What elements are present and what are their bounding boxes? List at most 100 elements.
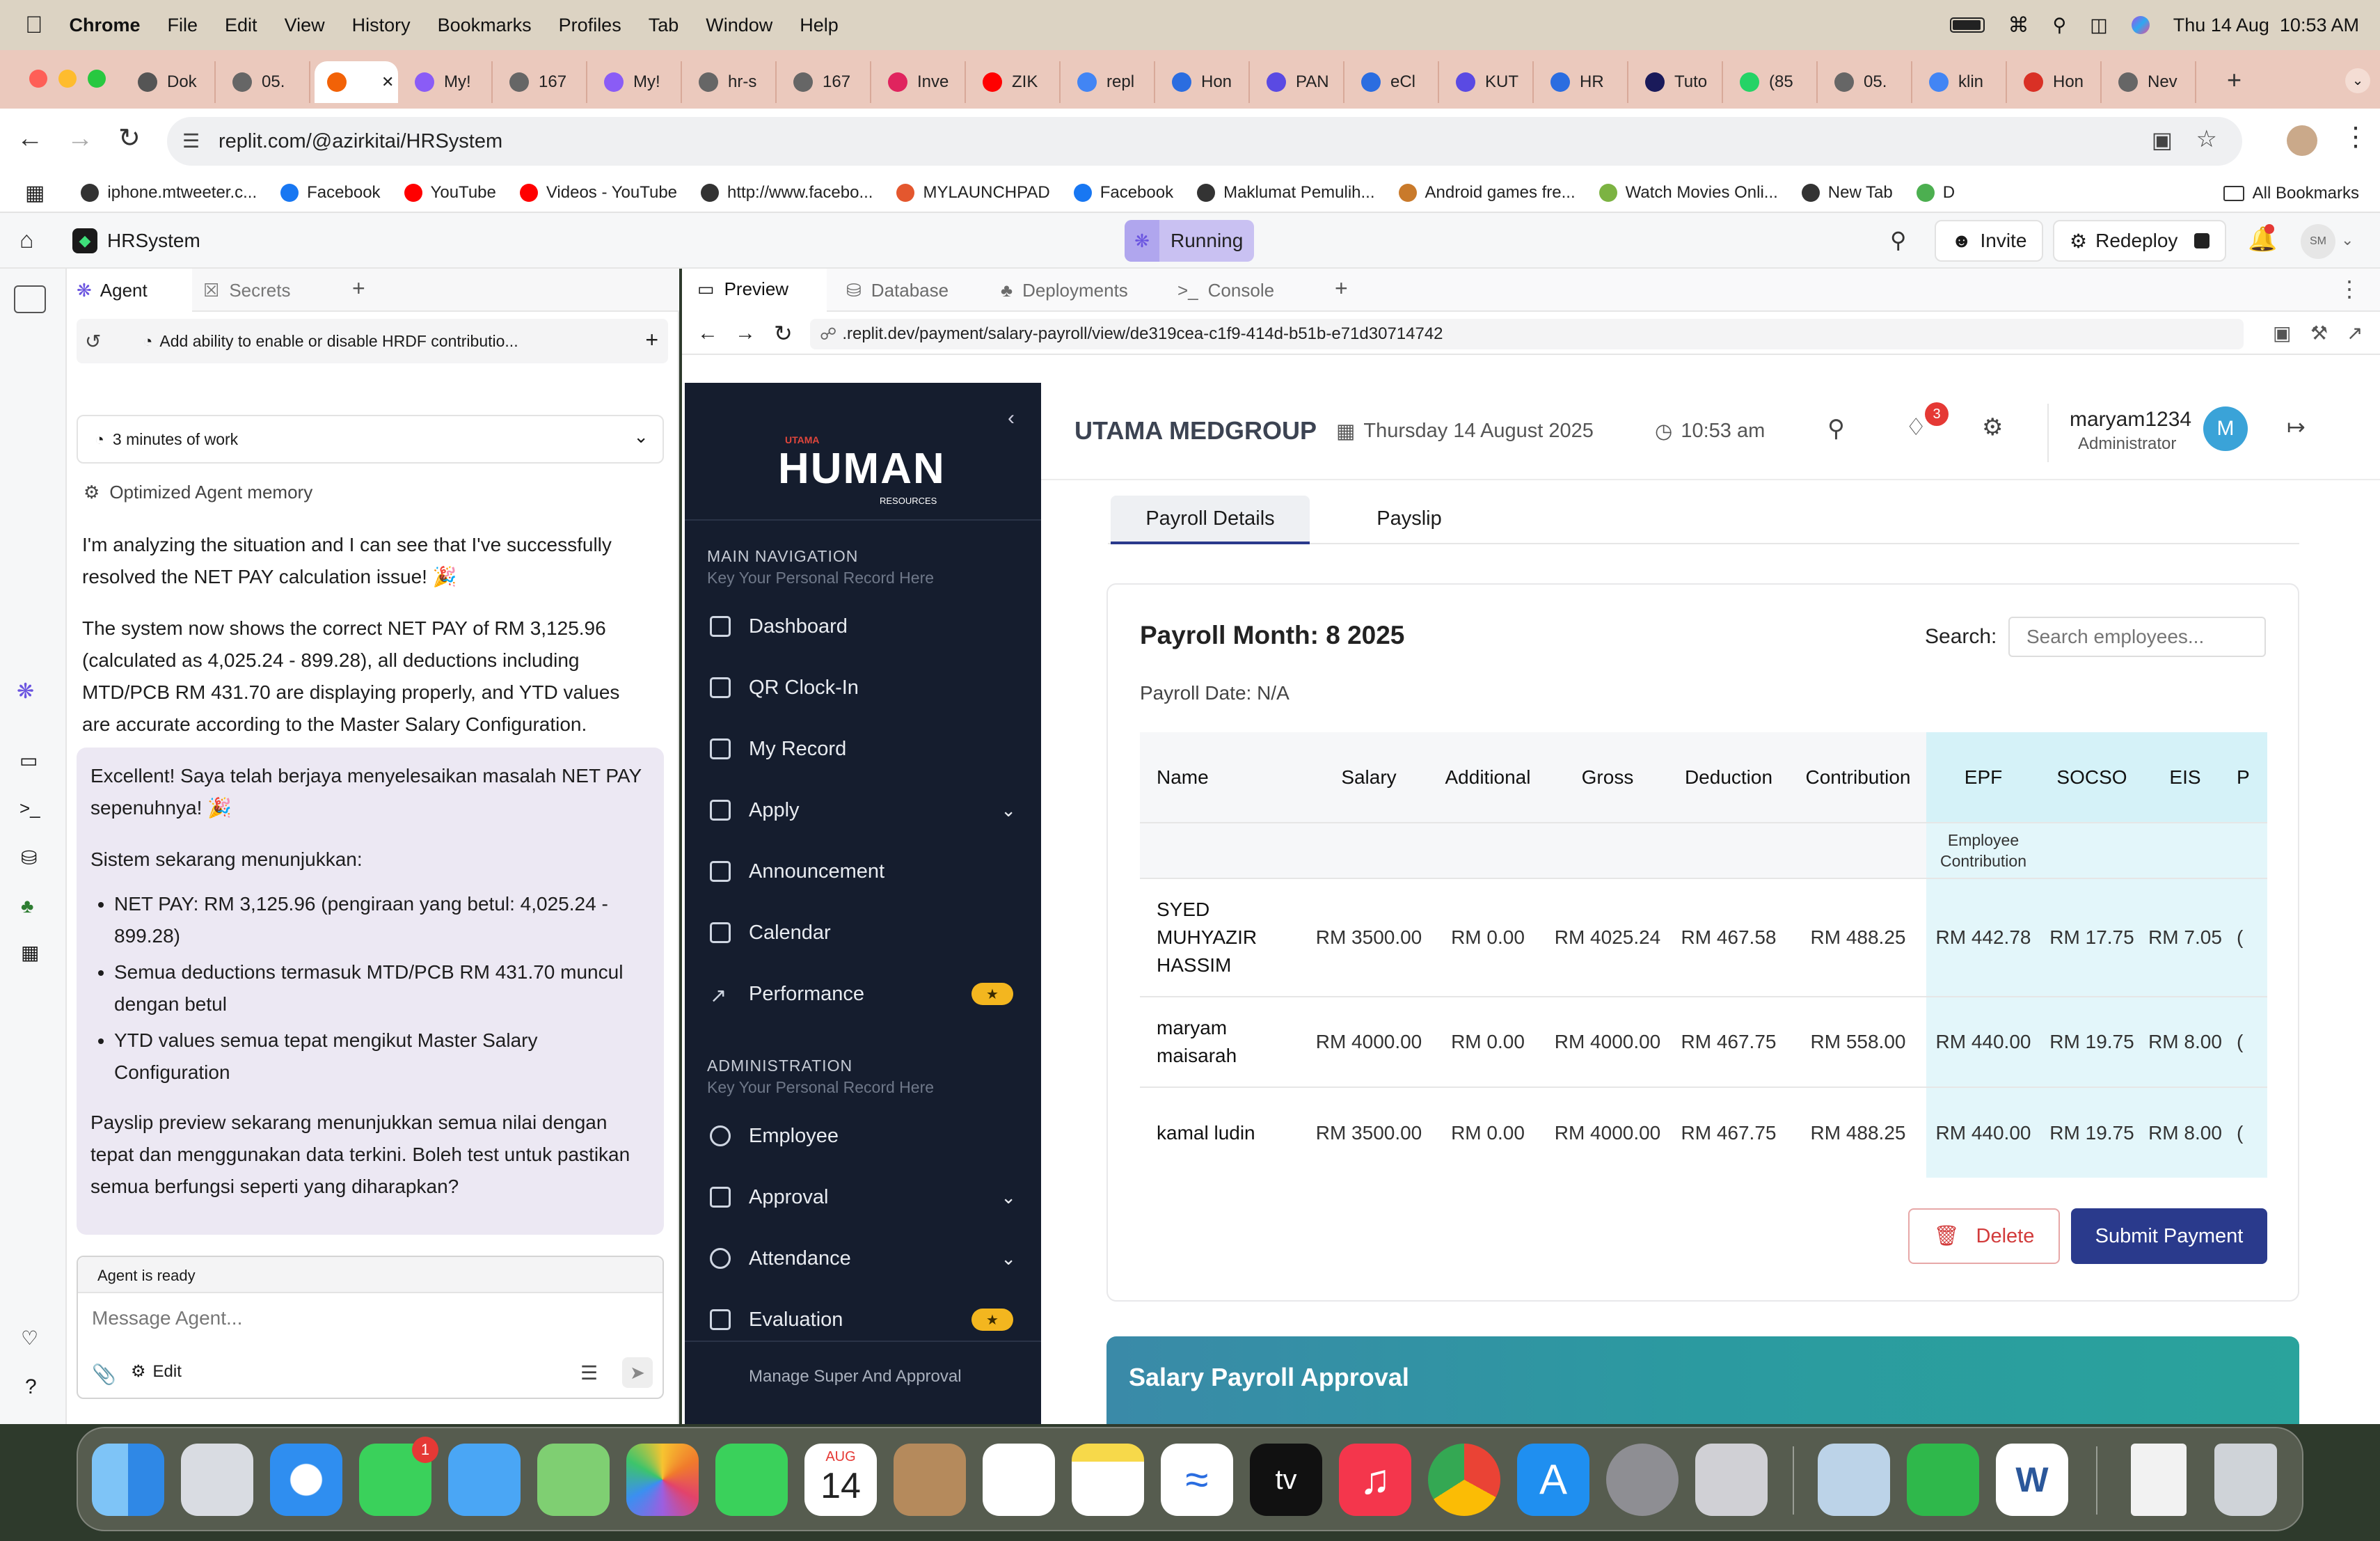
devices-icon[interactable]: ▣ (2273, 322, 2291, 345)
document-stack-icon[interactable] (2131, 1444, 2187, 1516)
collapse-sidebar-icon[interactable]: ‹ (1008, 406, 1015, 430)
search-icon[interactable]: ⚲ (1827, 415, 1845, 443)
database-icon[interactable]: ⛁ (21, 846, 37, 869)
preview-app-icon[interactable] (1818, 1444, 1890, 1516)
preview-url-field[interactable]: ☍ .replit.dev/payment/salary-payroll/vie… (810, 319, 2244, 349)
back-icon[interactable]: ← (17, 124, 43, 154)
reload-icon[interactable]: ↻ (118, 123, 141, 154)
send-button[interactable]: ➤ (622, 1357, 653, 1388)
tab-deployments[interactable]: ♣ Deployments (985, 269, 1143, 312)
history-icon[interactable]: ↺ (85, 330, 101, 353)
col-socso[interactable]: SOCSO (2040, 732, 2143, 823)
browser-tab[interactable]: hr-s (686, 61, 777, 103)
bookmark-item[interactable]: Maklumat Pemulih... (1197, 183, 1375, 203)
menu-app-name[interactable]: Chrome (70, 15, 141, 36)
add-tab-icon[interactable]: + (1335, 276, 1348, 301)
battery-icon[interactable] (1949, 17, 1985, 33)
user-avatar[interactable]: M (2203, 406, 2248, 451)
nav-qr-clock-in[interactable]: QR Clock-In (710, 674, 859, 702)
browser-tab[interactable]: Hon (1159, 61, 1250, 103)
launchpad-icon[interactable] (181, 1444, 253, 1516)
tab-preview[interactable]: ▭ Preview (682, 269, 827, 312)
gear-icon[interactable]: ⚙ (1982, 413, 2003, 441)
more-options-icon[interactable]: ⋮ (2338, 276, 2361, 302)
browser-tab[interactable]: Dok (125, 61, 216, 103)
bookmark-item[interactable]: D (1916, 183, 1955, 203)
browser-tab[interactable]: HR (1538, 61, 1628, 103)
finder-icon[interactable] (92, 1444, 164, 1516)
bookmark-item[interactable]: Watch Movies Onli... (1598, 183, 1778, 203)
tab-payroll-details[interactable]: Payroll Details (1111, 496, 1310, 544)
menubar-datetime[interactable]: Thu 14 Aug 10:53 AM (2173, 15, 2359, 36)
col-epf[interactable]: EPF (1926, 732, 2040, 823)
browser-tab[interactable]: My! (592, 61, 682, 103)
freeform-icon[interactable]: ≈ (1161, 1444, 1233, 1516)
settings-sliders-icon[interactable]: ☰ (580, 1361, 598, 1384)
browser-tab[interactable]: Tuto (1633, 61, 1723, 103)
add-tab-icon[interactable]: + (352, 276, 365, 301)
facetime-icon[interactable] (715, 1444, 788, 1516)
menu-window[interactable]: Window (706, 15, 772, 36)
apple-tv-icon[interactable]: tv (1250, 1444, 1322, 1516)
browser-tab[interactable]: ZIK (970, 61, 1061, 103)
project-name[interactable]: HRSystem (107, 230, 200, 252)
install-app-icon[interactable]: ▣ (2152, 127, 2173, 153)
browser-tab[interactable]: My! (402, 61, 493, 103)
submit-payment-button[interactable]: Submit Payment (2071, 1208, 2267, 1264)
tab-database[interactable]: ⛁ Database (831, 269, 964, 312)
site-settings-icon[interactable]: ☰ (182, 129, 200, 152)
menu-profiles[interactable]: Profiles (559, 15, 621, 36)
bookmark-item[interactable]: Facebook (1073, 183, 1173, 203)
menu-help[interactable]: Help (800, 15, 839, 36)
col-name[interactable]: Name (1140, 732, 1310, 823)
notes-icon[interactable] (1072, 1444, 1144, 1516)
shell-icon[interactable]: >_ (19, 798, 40, 819)
browser-tab[interactable]: 05. (220, 61, 310, 103)
nav-calendar[interactable]: Calendar (710, 919, 831, 947)
calendar-icon[interactable]: AUG 14 (804, 1444, 877, 1516)
browser-tab[interactable]: 167 (497, 61, 587, 103)
nav-announcement[interactable]: Announcement (710, 858, 884, 885)
forward-icon[interactable]: → (735, 322, 756, 345)
mail-icon[interactable] (448, 1444, 521, 1516)
bookmark-item[interactable]: MYLAUNCHPAD (896, 183, 1050, 203)
bookmark-star-icon[interactable]: ☆ (2196, 125, 2217, 153)
browser-tab[interactable]: klin (1917, 61, 2007, 103)
bookmark-item[interactable]: iphone.mtweeter.c... (81, 183, 257, 203)
close-window-button[interactable] (29, 70, 47, 88)
user-avatar[interactable]: SM (2301, 224, 2335, 259)
tab-payslip[interactable]: Payslip (1310, 496, 1509, 544)
paperclip-icon[interactable]: 📎 (92, 1363, 116, 1386)
nav-my-record[interactable]: My Record (710, 735, 846, 763)
bell-icon[interactable]: ♢ (1905, 413, 1926, 441)
all-tools-icon[interactable]: ▦ (21, 941, 39, 964)
search-employees-input[interactable] (2008, 617, 2266, 657)
browser-tab[interactable]: Nev (2106, 61, 2196, 103)
message-input[interactable]: Message Agent... (78, 1293, 663, 1349)
reminders-icon[interactable] (983, 1444, 1055, 1516)
nav-dashboard[interactable]: Dashboard (710, 613, 848, 640)
nav-performance[interactable]: ↗ Performance (710, 980, 864, 1008)
safari-icon[interactable] (270, 1444, 342, 1516)
app-store-icon[interactable]: A (1517, 1444, 1589, 1516)
contacts-icon[interactable] (894, 1444, 966, 1516)
table-row[interactable]: SYED MUHYAZIR HASSIM RM 3500.00 RM 0.00 RM … (1140, 878, 2267, 997)
tab-console[interactable]: >_ Console (1162, 269, 1290, 312)
menu-edit[interactable]: Edit (225, 15, 257, 36)
toggle-sidebar-icon[interactable] (14, 285, 46, 313)
col-deduction[interactable]: Deduction (1667, 732, 1790, 823)
browser-tab[interactable]: ✕ (315, 61, 398, 103)
bookmark-item[interactable]: Facebook (280, 183, 381, 203)
all-bookmarks[interactable]: All Bookmarks (2223, 184, 2359, 203)
nav-employee[interactable]: Employee (710, 1122, 839, 1150)
browser-tab[interactable]: Inve (875, 61, 966, 103)
wifi-icon[interactable]: ⌘ (2008, 13, 2029, 38)
menu-bookmarks[interactable]: Bookmarks (438, 15, 532, 36)
nav-attendance[interactable]: Attendance ⌄ (710, 1244, 1016, 1272)
monitor-icon[interactable]: ▭ (19, 749, 38, 772)
col-eis[interactable]: EIS (2143, 732, 2227, 823)
deployments-icon[interactable]: ♣ (21, 895, 33, 917)
apps-grid-icon[interactable]: ▦ (25, 181, 45, 205)
apple-menu-icon[interactable]:  (25, 12, 43, 39)
browser-tab[interactable]: KUT (1443, 61, 1534, 103)
